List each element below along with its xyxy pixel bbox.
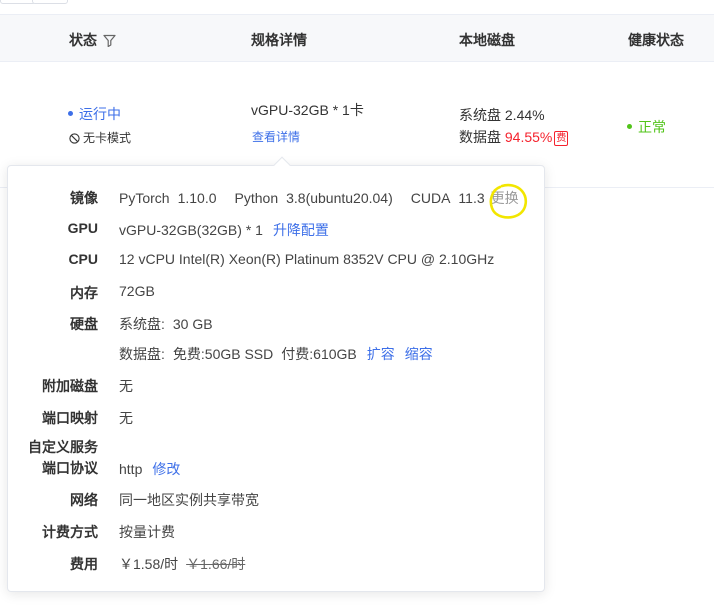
disk-label: 硬盘 [70,316,98,332]
cpu-value: 12 vCPU Intel(R) Xeon(R) Platinum 8352V … [119,251,495,267]
column-spec: 规格详情 [251,32,307,48]
billing-value: 按量计费 [119,524,175,540]
table-header: 状态 规格详情 本地磁盘 健康状态 [0,14,714,62]
upgrade-config-link[interactable]: 升降配置 [273,222,329,238]
cpu-label: CPU [68,251,98,267]
disk-system-value: 系统盘: 30 GB [119,316,213,332]
fee-value: ￥1.58/时 ￥1.66/时 [119,556,246,572]
column-status: 状态 [69,30,116,50]
extra-disk-label: 附加磁盘 [42,378,98,394]
ban-icon [69,133,80,144]
memory-value: 72GB [119,283,155,299]
original-price: ￥1.66/时 [186,556,246,572]
expand-disk-link[interactable]: 扩容 [367,346,395,362]
status-dot-icon [68,111,73,116]
disk-system-usage: 系统盘 2.44% [459,107,545,123]
toolbar-button-b[interactable] [32,0,68,4]
toolbar-button-a[interactable] [0,0,36,4]
gpu-value: vGPU-32GB(32GB) * 1 升降配置 [119,222,329,238]
spec-name: vGPU-32GB * 1卡 [251,102,364,118]
no-card-mode: 无卡模式 [69,129,131,146]
health-dot-icon [627,124,632,129]
column-disk: 本地磁盘 [459,32,515,48]
network-value: 同一地区实例共享带宽 [119,492,259,508]
image-label: 镜像 [70,190,98,206]
fee-label: 费用 [70,556,98,572]
extra-disk-value: 无 [119,378,133,394]
column-health: 健康状态 [628,32,684,48]
modify-protocol-link[interactable]: 修改 [152,461,180,477]
disk-data-value: 数据盘: 免费:50GB SSD 付费:610GB 扩容 缩容 [119,346,433,362]
billing-label: 计费方式 [42,524,98,540]
memory-label: 内存 [70,285,98,301]
disk-data-usage: 数据盘 94.55% 费 [459,129,569,146]
network-label: 网络 [70,492,98,508]
image-value: PyTorch 1.10.0 Python 3.8(ubuntu20.04) CUDA 1… [119,190,519,206]
view-details-link[interactable]: 查看详情 [252,128,300,145]
shrink-disk-link[interactable]: 缩容 [405,346,433,362]
port-map-label: 端口映射 [42,410,98,426]
fee-badge: 费 [554,131,569,146]
port-map-value: 无 [119,410,133,426]
filter-icon[interactable] [103,34,116,50]
change-image-link[interactable]: 更换 [491,190,519,206]
status-running: 运行中 [68,104,121,124]
custom-service-label: 自定义服务 端口协议 [28,439,98,476]
health-status: 正常 [627,117,666,137]
spec-details-popover: 镜像 PyTorch 1.10.0 Python 3.8(ubuntu20.04) CU… [7,156,545,592]
gpu-label: GPU [67,220,98,236]
custom-service-value: http 修改 [119,461,181,477]
